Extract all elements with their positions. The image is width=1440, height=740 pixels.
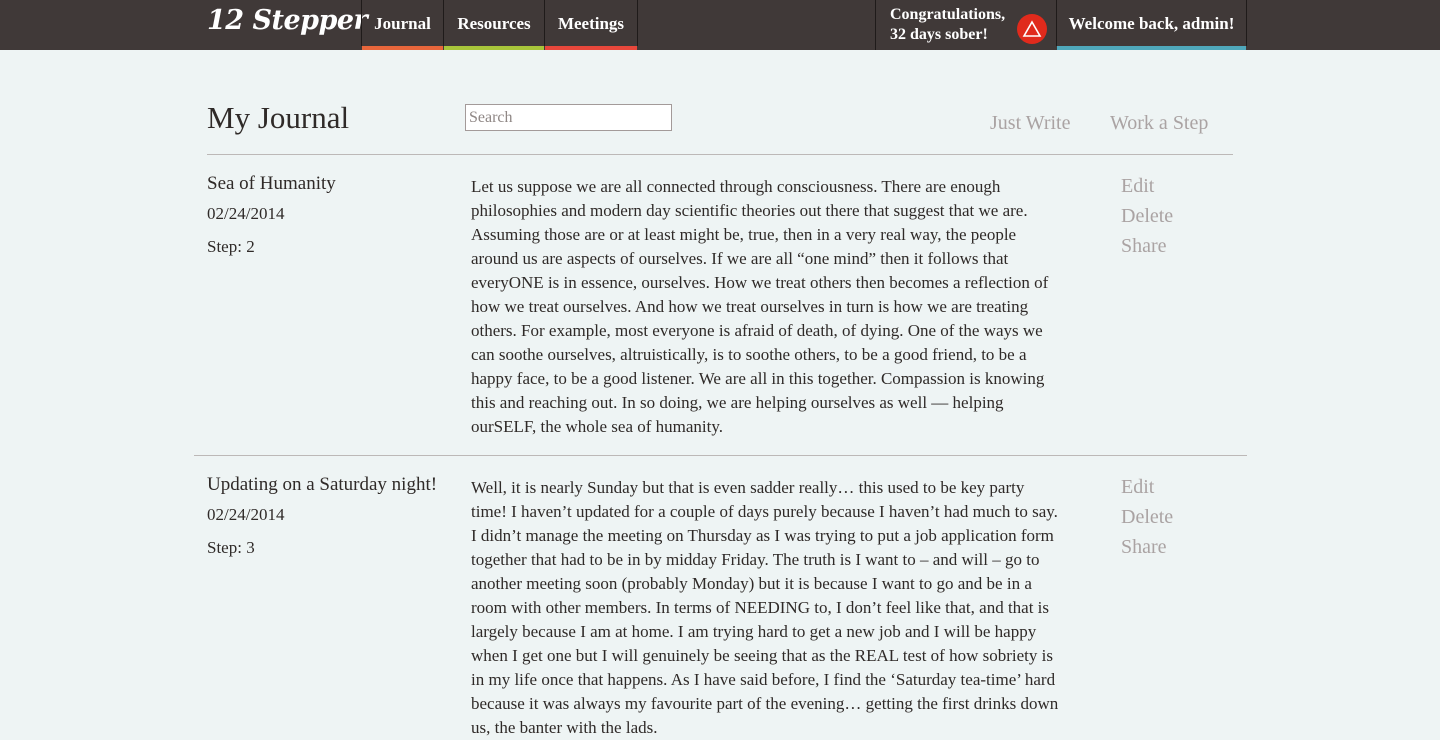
app-logo[interactable]: 12 Stepper [207, 5, 368, 36]
work-a-step-link[interactable]: Work a Step [1110, 112, 1208, 135]
tab-journal-accent [362, 46, 443, 50]
tab-resources[interactable]: Resources [443, 0, 544, 50]
welcome-user-menu[interactable]: Welcome back, admin! [1056, 0, 1247, 50]
entry-title[interactable]: Updating on a Saturday night! [207, 474, 437, 496]
entry-date: 02/24/2014 [207, 204, 285, 223]
entry-date: 02/24/2014 [207, 505, 285, 524]
entry-title[interactable]: Sea of Humanity [207, 173, 336, 195]
tab-meetings-label: Meetings [557, 14, 625, 33]
page-title: My Journal [207, 100, 350, 135]
search-input[interactable] [465, 104, 672, 131]
entry-actions: Edit Delete Share [1121, 175, 1173, 265]
share-button[interactable]: Share [1121, 536, 1173, 566]
tab-journal-label: Journal [374, 14, 431, 33]
header-divider [207, 154, 1233, 155]
edit-button[interactable]: Edit [1121, 175, 1173, 205]
edit-button[interactable]: Edit [1121, 476, 1173, 506]
sobriety-counter: Congratulations, 32 days sober! [875, 0, 1056, 50]
welcome-accent [1057, 46, 1246, 50]
entry-step: Step: 2 [207, 237, 255, 256]
entry-body: Let us suppose we are all connected thro… [471, 177, 1049, 436]
welcome-message: Welcome back, admin! [1068, 14, 1235, 33]
entry-body: Well, it is nearly Sunday but that is ev… [471, 478, 1059, 737]
delete-button[interactable]: Delete [1121, 205, 1173, 235]
tab-meetings-accent [545, 46, 637, 50]
aa-triangle-icon[interactable] [1017, 14, 1047, 44]
tab-resources-accent [444, 46, 544, 50]
just-write-link[interactable]: Just Write [990, 112, 1071, 135]
tab-resources-label: Resources [457, 14, 531, 33]
share-button[interactable]: Share [1121, 235, 1173, 265]
entry-divider [194, 455, 1247, 456]
tab-meetings[interactable]: Meetings [544, 0, 638, 50]
entry-step: Step: 3 [207, 538, 255, 557]
entry-actions: Edit Delete Share [1121, 476, 1173, 566]
top-navigation-bar: 12 Stepper Journal Resources Meetings Co… [0, 0, 1440, 50]
delete-button[interactable]: Delete [1121, 506, 1173, 536]
tab-journal[interactable]: Journal [361, 0, 443, 50]
